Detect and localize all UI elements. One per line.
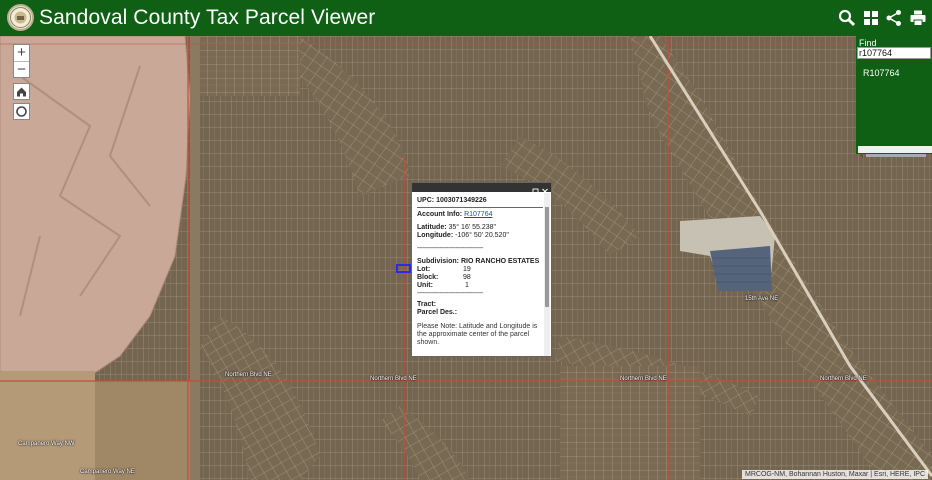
find-input[interactable]	[857, 47, 931, 59]
account-link[interactable]: R107764	[464, 211, 492, 218]
popup-content: UPC: 1003071349226 Account Info: R107764…	[417, 197, 543, 347]
maximize-icon	[532, 188, 539, 195]
lot-value: 19	[462, 266, 471, 273]
road-label: Northern Blvd NE	[225, 372, 272, 378]
find-panel: Find R107764	[856, 36, 932, 154]
popup-scrollbar-thumb[interactable]	[545, 207, 549, 307]
share-icon[interactable]	[885, 9, 903, 27]
search-icon[interactable]	[838, 9, 856, 27]
find-result-item[interactable]: R107764	[863, 68, 900, 78]
lot-label: Lot:	[417, 266, 431, 273]
block-label: Block:	[417, 274, 439, 281]
app-title: Sandoval County Tax Parcel Viewer	[39, 6, 376, 29]
county-seal-logo	[7, 4, 34, 31]
block-value: 98	[462, 274, 471, 281]
basemap-gallery-icon[interactable]	[862, 9, 880, 27]
road-label: Northern Blvd NE	[620, 376, 667, 382]
unit-value: 1	[464, 282, 469, 289]
app-header: Sandoval County Tax Parcel Viewer	[0, 0, 932, 37]
account-label: Account Info:	[417, 211, 463, 218]
road-label: Campanero Way NW	[18, 441, 75, 447]
zoom-out-button[interactable]: −	[14, 61, 29, 78]
find-results-scrollbar[interactable]	[858, 146, 932, 158]
tract-label: Tract:	[417, 301, 437, 308]
home-button[interactable]	[13, 83, 30, 100]
locate-button[interactable]	[13, 103, 30, 120]
latitude-value: 35° 16' 55.238"	[448, 224, 497, 231]
popup-titlebar	[412, 183, 551, 195]
subdivision-label: Subdivision:	[417, 258, 459, 265]
upc-value: 1003071349226	[436, 197, 487, 204]
road-label: Campanero Way NE	[80, 469, 135, 475]
popup-scrollbar[interactable]	[544, 193, 550, 356]
latitude-label: Latitude:	[417, 224, 447, 231]
upc-label: UPC:	[417, 197, 435, 204]
subdivision-value: RIO RANCHO ESTATES	[460, 258, 540, 265]
road-label: 15th Ave NE	[745, 296, 779, 302]
road-label: Northern Blvd NE	[820, 376, 867, 382]
parcel-info-popup: UPC: 1003071349226 Account Info: R107764…	[411, 182, 552, 357]
coordinates-note: Please Note: Latitude and Longitude is t…	[417, 323, 538, 346]
separator: ------------------------------------	[417, 290, 483, 297]
road-label: Northern Blvd NE	[370, 376, 417, 382]
locate-icon	[16, 106, 27, 117]
parcel-des-label: Parcel Des.:	[417, 309, 458, 316]
home-icon	[17, 87, 26, 97]
map-attribution: MRCOG-NM, Bohannan Huston, Maxar | Esri,…	[742, 470, 928, 479]
print-icon[interactable]	[909, 9, 927, 27]
unit-label: Unit:	[417, 282, 433, 289]
longitude-label: Longitude:	[417, 232, 454, 239]
longitude-value: -106° 50' 20.520"	[455, 232, 509, 239]
zoom-control: + −	[13, 44, 30, 78]
separator: ------------------------------------	[417, 245, 483, 252]
zoom-in-button[interactable]: +	[14, 45, 29, 61]
